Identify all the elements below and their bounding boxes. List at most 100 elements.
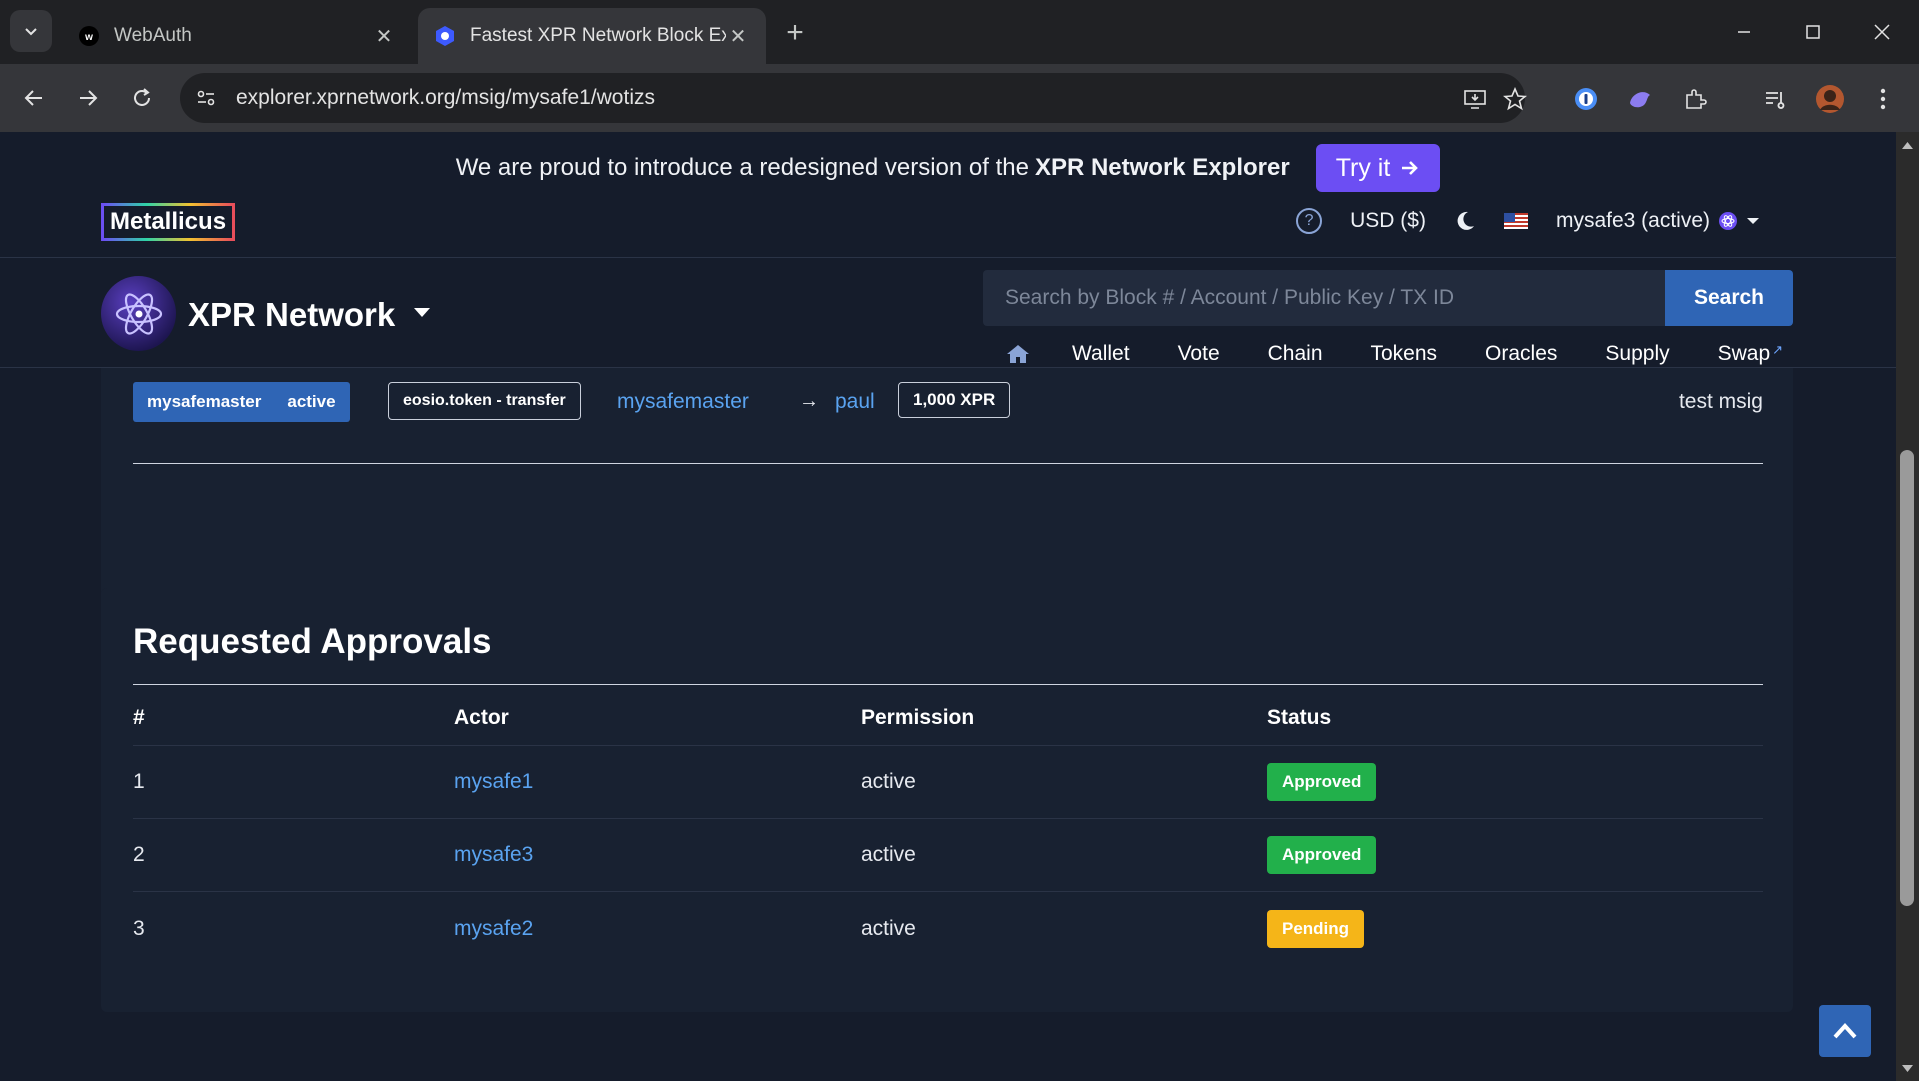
maximize-window-button[interactable] xyxy=(1793,14,1833,50)
network-switch-caret-icon[interactable] xyxy=(414,308,430,317)
back-button[interactable] xyxy=(16,80,52,116)
chevron-down-icon xyxy=(25,28,37,36)
nav-home[interactable] xyxy=(1000,344,1048,364)
contract-action-badge: eosio.token - transfer xyxy=(388,382,581,420)
forward-button[interactable] xyxy=(70,80,106,116)
help-icon[interactable]: ? xyxy=(1296,208,1323,234)
browser-menu-icon[interactable] xyxy=(1868,84,1898,114)
page-content: We are proud to introduce a redesigned v… xyxy=(0,132,1896,1081)
close-icon xyxy=(1874,24,1890,40)
arrow-left-icon xyxy=(24,90,42,106)
divider xyxy=(133,463,1763,464)
section-title: Requested Approvals xyxy=(133,622,492,661)
banner-text: We are proud to introduce a redesigned v… xyxy=(455,154,1029,181)
authorization-permission: active xyxy=(287,392,336,411)
svg-text:w: w xyxy=(84,32,93,43)
bookmark-star-icon[interactable] xyxy=(1502,86,1528,112)
site-info-icon[interactable] xyxy=(194,86,218,110)
column-header-status: Status xyxy=(1267,705,1332,729)
tab-search-button[interactable] xyxy=(10,10,52,52)
network-name[interactable]: XPR Network xyxy=(188,296,395,334)
requested-approvals-card: Requested Approvals # Actor Permission S… xyxy=(101,588,1793,1012)
authorization-badge[interactable]: mysafemaster active xyxy=(133,382,350,422)
xpr-favicon-icon xyxy=(434,25,456,47)
minimize-icon xyxy=(1738,31,1750,33)
webauth-favicon-icon: w xyxy=(78,25,100,47)
actor-link[interactable]: mysafe1 xyxy=(454,770,533,793)
scrollbar-thumb[interactable] xyxy=(1900,450,1914,906)
status-badge: Pending xyxy=(1267,909,1365,948)
xpr-atom-icon xyxy=(115,292,162,335)
redesign-banner: We are proud to introduce a redesigned v… xyxy=(0,142,1896,194)
close-tab-icon[interactable]: ✕ xyxy=(726,24,750,48)
nav-oracles[interactable]: Oracles xyxy=(1461,342,1581,366)
search-input[interactable] xyxy=(983,270,1665,326)
browser-tab-bar: w WebAuth ✕ Fastest XPR Network Block Ex… xyxy=(0,0,1919,64)
top-utility-bar: Metallicus ? USD ($) mysafe3 (active) xyxy=(0,194,1896,258)
try-it-label: Try it xyxy=(1335,153,1391,182)
xpr-network-logo[interactable] xyxy=(101,276,176,351)
status-badge: Approved xyxy=(1267,763,1377,801)
table-row: 3 mysafe2 active Pending xyxy=(133,892,1763,965)
maximize-icon xyxy=(1806,25,1820,39)
dark-mode-moon-icon[interactable] xyxy=(1454,210,1476,232)
nav-swap[interactable]: Swap ↗ xyxy=(1694,342,1807,366)
tab-xpr-explorer[interactable]: Fastest XPR Network Block Expl ✕ xyxy=(418,8,766,64)
currency-selector[interactable]: USD ($) xyxy=(1350,209,1426,233)
divider xyxy=(133,684,1763,685)
actor-link[interactable]: mysafe2 xyxy=(454,917,533,940)
row-number: 1 xyxy=(133,770,145,793)
close-tab-icon[interactable]: ✕ xyxy=(372,24,396,48)
profile-avatar-icon[interactable] xyxy=(1815,84,1845,114)
approvals-table: # Actor Permission Status 1 mysafe1 acti… xyxy=(133,690,1763,965)
reload-button[interactable] xyxy=(124,80,160,116)
home-icon xyxy=(1007,345,1029,363)
account-menu[interactable]: mysafe3 (active) xyxy=(1556,209,1760,233)
row-permission: active xyxy=(861,843,916,866)
search-button[interactable]: Search xyxy=(1665,270,1793,326)
extensions-icon[interactable] xyxy=(1680,84,1710,114)
nav-chain[interactable]: Chain xyxy=(1244,342,1347,366)
transfer-from-link[interactable]: mysafemaster xyxy=(617,390,749,414)
reload-icon xyxy=(134,88,150,106)
authorization-actor: mysafemaster xyxy=(147,392,262,411)
nav-supply[interactable]: Supply xyxy=(1581,342,1693,366)
row-permission: active xyxy=(861,770,916,793)
arrow-right-icon xyxy=(1402,161,1419,175)
page-scrollbar[interactable] xyxy=(1896,132,1919,1081)
install-app-icon[interactable] xyxy=(1462,86,1488,112)
tab-webauth[interactable]: w WebAuth ✕ xyxy=(62,8,412,64)
reading-list-icon[interactable] xyxy=(1760,84,1790,114)
scroll-up-arrow-icon[interactable] xyxy=(1901,138,1914,151)
minimize-window-button[interactable] xyxy=(1724,14,1764,50)
address-bar[interactable]: explorer.xprnetwork.org/msig/mysafe1/wot… xyxy=(180,73,1528,123)
nav-wallet[interactable]: Wallet xyxy=(1048,342,1154,366)
try-it-button[interactable]: Try it xyxy=(1315,144,1441,192)
row-permission: active xyxy=(861,916,916,940)
table-header: # Actor Permission Status xyxy=(133,690,1763,746)
browser-toolbar: explorer.xprnetwork.org/msig/mysafe1/wot… xyxy=(0,64,1919,132)
transfer-arrow: → xyxy=(799,390,819,412)
nav-vote[interactable]: Vote xyxy=(1154,342,1244,366)
arrow-right-icon xyxy=(80,90,98,106)
column-header-permission: Permission xyxy=(861,705,975,729)
xpr-atom-icon xyxy=(1719,212,1737,230)
actor-link[interactable]: mysafe3 xyxy=(454,843,533,866)
status-badge: Approved xyxy=(1267,836,1377,874)
transfer-amount-badge: 1,000 XPR xyxy=(898,382,1011,418)
metallicus-logo[interactable]: Metallicus xyxy=(101,203,236,241)
banner-bold-text: XPR Network Explorer xyxy=(1034,154,1290,181)
chevron-up-icon xyxy=(1833,1023,1857,1039)
scroll-down-arrow-icon[interactable] xyxy=(1901,1062,1914,1075)
row-number: 2 xyxy=(133,843,145,866)
scroll-to-top-button[interactable] xyxy=(1819,1005,1871,1057)
close-window-button[interactable] xyxy=(1862,14,1902,50)
transfer-to-link[interactable]: paul xyxy=(835,390,875,414)
new-tab-button[interactable]: + xyxy=(780,18,810,48)
action-row: mysafemaster active eosio.token - transf… xyxy=(133,382,1763,430)
password-manager-extension-icon[interactable] xyxy=(1571,84,1601,114)
top-utility-controls: ? USD ($) mysafe3 (active) xyxy=(1296,208,1760,234)
us-flag-icon[interactable] xyxy=(1503,213,1528,229)
nav-tokens[interactable]: Tokens xyxy=(1347,342,1462,366)
extension-puzzle-bird-icon[interactable] xyxy=(1625,84,1655,114)
